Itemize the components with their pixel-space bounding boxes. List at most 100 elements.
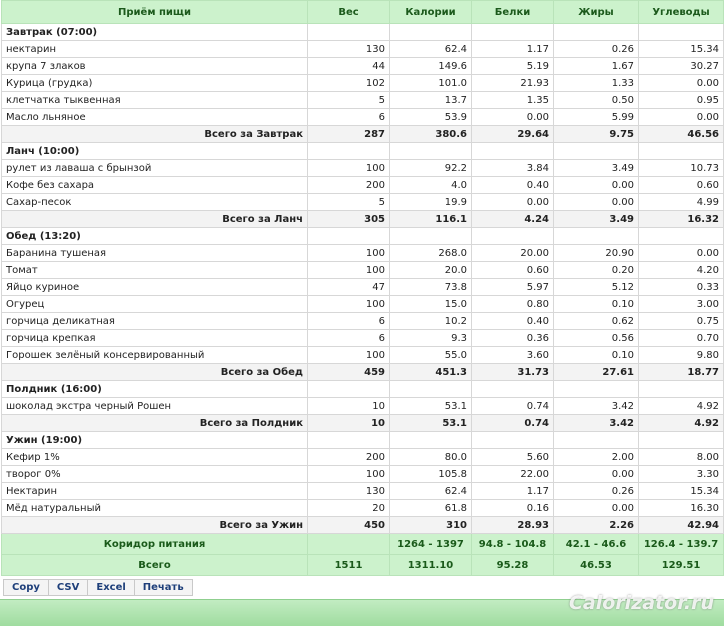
print-button[interactable]: Печать (133, 579, 193, 596)
meal-header-empty-cell (307, 23, 390, 41)
subtotal-calories-cell: 53.1 (389, 414, 472, 432)
food-carbs-cell: 30.27 (638, 57, 724, 75)
meal-header-empty-cell (389, 142, 472, 160)
food-protein-cell: 21.93 (471, 74, 554, 92)
col-header-protein[interactable]: Белки (471, 0, 554, 24)
food-fat-cell: 0.20 (553, 261, 639, 279)
excel-button[interactable]: Excel (87, 579, 135, 596)
food-weight-cell: 20 (307, 499, 390, 517)
col-header-meal[interactable]: Приём пищи (1, 0, 308, 24)
subtotal-name-cell: Всего за Ланч (1, 210, 308, 228)
food-weight-cell: 6 (307, 312, 390, 330)
food-weight-cell: 130 (307, 40, 390, 58)
food-protein-cell: 20.00 (471, 244, 554, 262)
export-button-bar: Copy CSV Excel Печать (3, 579, 193, 596)
nutrition-corridor-row: Коридор питания 1264 - 1397 94.8 - 104.8 42… (1, 533, 724, 555)
food-carbs-cell: 3.00 (638, 295, 724, 313)
food-item-row[interactable]: Яйцо куриное 47 73.8 5.97 5.12 0.33 (1, 278, 724, 296)
food-carbs-cell: 8.00 (638, 448, 724, 466)
food-protein-cell: 0.60 (471, 261, 554, 279)
col-header-weight[interactable]: Вес (307, 0, 390, 24)
food-carbs-cell: 0.00 (638, 244, 724, 262)
subtotal-weight-cell: 305 (307, 210, 390, 228)
subtotal-calories-cell: 380.6 (389, 125, 472, 143)
meal-subtotal-row: Всего за Ужин 450 310 28.93 2.26 42.94 (1, 516, 724, 534)
meal-header-empty-cell (389, 380, 472, 398)
food-fat-cell: 1.33 (553, 74, 639, 92)
food-weight-cell: 100 (307, 159, 390, 177)
food-item-row[interactable]: клетчатка тыквенная 5 13.7 1.35 0.50 0.95 (1, 91, 724, 109)
food-item-row[interactable]: Кефир 1% 200 80.0 5.60 2.00 8.00 (1, 448, 724, 466)
food-carbs-cell: 0.95 (638, 91, 724, 109)
meal-header-row: Ланч (10:00) (1, 142, 724, 160)
subtotal-protein-cell: 31.73 (471, 363, 554, 381)
food-name-cell: шоколад экстра черный Рошен (1, 397, 308, 415)
food-name-cell: клетчатка тыквенная (1, 91, 308, 109)
meal-header-empty-cell (307, 142, 390, 160)
subtotal-calories-cell: 310 (389, 516, 472, 534)
food-item-row[interactable]: рулет из лаваша с брынзой 100 92.2 3.84 3.49… (1, 159, 724, 177)
food-fat-cell: 3.42 (553, 397, 639, 415)
food-fat-cell: 2.00 (553, 448, 639, 466)
food-name-cell: Нектарин (1, 482, 308, 500)
total-name-cell: Всего (1, 554, 308, 576)
food-calories-cell: 62.4 (389, 40, 472, 58)
food-item-row[interactable]: горчица крепкая 6 9.3 0.36 0.56 0.70 (1, 329, 724, 347)
copy-button[interactable]: Copy (3, 579, 49, 596)
food-weight-cell: 100 (307, 261, 390, 279)
food-carbs-cell: 15.34 (638, 482, 724, 500)
food-item-row[interactable]: творог 0% 100 105.8 22.00 0.00 3.30 (1, 465, 724, 483)
meal-header-empty-cell (307, 431, 390, 449)
food-carbs-cell: 16.30 (638, 499, 724, 517)
food-item-row[interactable]: Мёд натуральный 20 61.8 0.16 0.00 16.30 (1, 499, 724, 517)
food-fat-cell: 0.00 (553, 465, 639, 483)
col-header-carbs[interactable]: Углеводы (638, 0, 724, 24)
food-protein-cell: 1.17 (471, 482, 554, 500)
csv-button[interactable]: CSV (47, 579, 89, 596)
food-item-row[interactable]: Горошек зелёный консервированный 100 55.0 3… (1, 346, 724, 364)
meal-title: Завтрак (07:00) (1, 23, 308, 41)
food-name-cell: Кофе без сахара (1, 176, 308, 194)
food-item-row[interactable]: крупа 7 злаков 44 149.6 5.19 1.67 30.27 (1, 57, 724, 75)
col-header-calories[interactable]: Калории (389, 0, 472, 24)
corridor-carbs-cell: 126.4 - 139.7 (638, 533, 724, 555)
meal-header-empty-cell (638, 431, 724, 449)
food-item-row[interactable]: Нектарин 130 62.4 1.17 0.26 15.34 (1, 482, 724, 500)
subtotal-carbs-cell: 4.92 (638, 414, 724, 432)
food-fat-cell: 1.67 (553, 57, 639, 75)
food-item-row[interactable]: горчица деликатная 6 10.2 0.40 0.62 0.75 (1, 312, 724, 330)
food-weight-cell: 200 (307, 176, 390, 194)
total-carbs-cell: 129.51 (638, 554, 724, 576)
food-carbs-cell: 0.00 (638, 108, 724, 126)
subtotal-weight-cell: 450 (307, 516, 390, 534)
food-protein-cell: 22.00 (471, 465, 554, 483)
col-header-fat[interactable]: Жиры (553, 0, 639, 24)
food-item-row[interactable]: Огурец 100 15.0 0.80 0.10 3.00 (1, 295, 724, 313)
food-item-row[interactable]: шоколад экстра черный Рошен 10 53.1 0.74 3.4… (1, 397, 724, 415)
table-header-row: Приём пищи Вес Калории Белки Жиры Углево… (1, 0, 724, 24)
food-item-row[interactable]: Масло льняное 6 53.9 0.00 5.99 0.00 (1, 108, 724, 126)
food-carbs-cell: 10.73 (638, 159, 724, 177)
food-item-row[interactable]: Баранина тушеная 100 268.0 20.00 20.90 0.00 (1, 244, 724, 262)
food-fat-cell: 0.10 (553, 346, 639, 364)
food-weight-cell: 47 (307, 278, 390, 296)
food-item-row[interactable]: Томат 100 20.0 0.60 0.20 4.20 (1, 261, 724, 279)
food-name-cell: Кефир 1% (1, 448, 308, 466)
food-calories-cell: 53.9 (389, 108, 472, 126)
food-weight-cell: 102 (307, 74, 390, 92)
food-item-row[interactable]: Курица (грудка) 102 101.0 21.93 1.33 0.00 (1, 74, 724, 92)
food-item-row[interactable]: Сахар-песок 5 19.9 0.00 0.00 4.99 (1, 193, 724, 211)
food-name-cell: горчица крепкая (1, 329, 308, 347)
meal-header-empty-cell (638, 142, 724, 160)
food-item-row[interactable]: Кофе без сахара 200 4.0 0.40 0.00 0.60 (1, 176, 724, 194)
food-protein-cell: 1.35 (471, 91, 554, 109)
food-name-cell: Курица (грудка) (1, 74, 308, 92)
food-calories-cell: 10.2 (389, 312, 472, 330)
meal-header-row: Обед (13:20) (1, 227, 724, 245)
food-protein-cell: 5.60 (471, 448, 554, 466)
meal-header-row: Ужин (19:00) (1, 431, 724, 449)
food-item-row[interactable]: нектарин 130 62.4 1.17 0.26 15.34 (1, 40, 724, 58)
food-diary-table: Приём пищи Вес Калории Белки Жиры Углево… (1, 0, 724, 576)
food-protein-cell: 0.16 (471, 499, 554, 517)
food-protein-cell: 0.00 (471, 193, 554, 211)
